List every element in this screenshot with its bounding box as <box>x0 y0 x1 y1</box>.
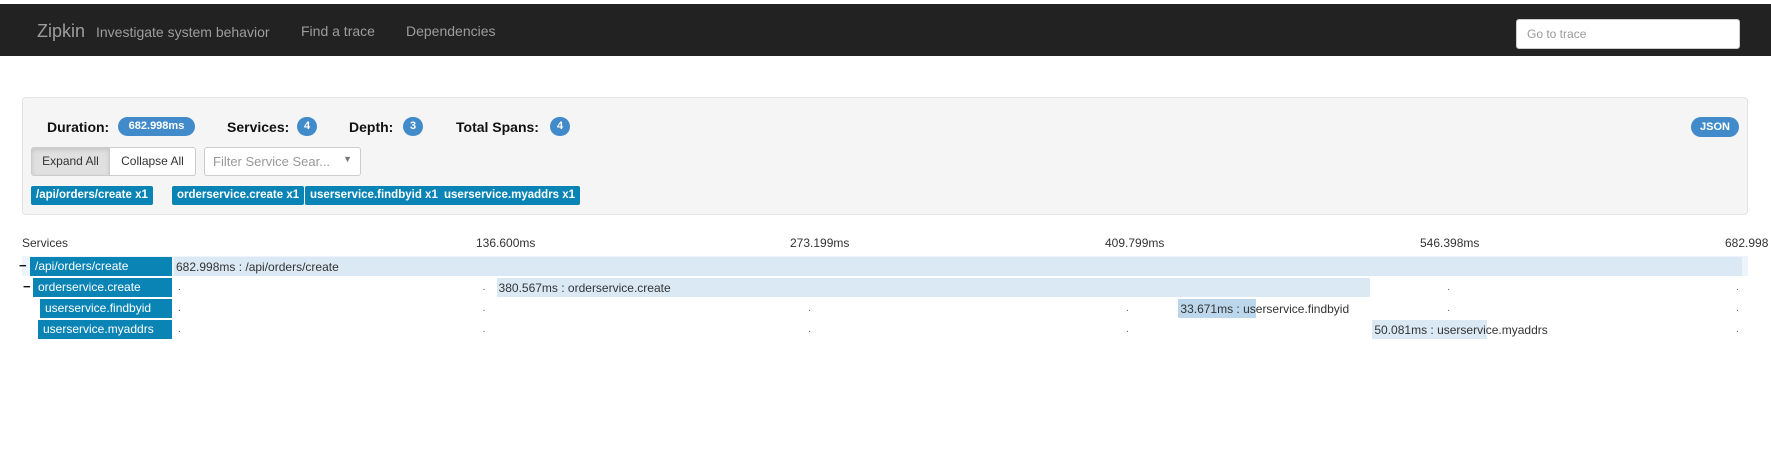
span-duration-label: 33.671ms : userservice.findbyid <box>1180 302 1350 316</box>
trace-summary-panel: Duration: 682.998ms Services: 4 Depth: 3… <box>22 97 1748 215</box>
service-filter-placeholder: Filter Service Sear... <box>213 154 331 169</box>
json-button[interactable]: JSON <box>1691 117 1739 137</box>
collapse-toggle-icon[interactable]: − <box>23 279 31 294</box>
service-tag-userservice-findbyid[interactable]: userservice.findbyid x1 <box>305 186 443 205</box>
tick-label: 273.199ms <box>790 236 850 250</box>
duration-label: Duration: <box>47 119 110 135</box>
tick-dot: . <box>482 282 486 293</box>
span-service-name[interactable]: /api/orders/create <box>30 257 172 276</box>
trace-timeline: Services 136.600ms 273.199ms 409.799ms 5… <box>0 232 1771 342</box>
tick-dot: . <box>1126 324 1129 335</box>
tick-dot: . <box>1736 282 1739 293</box>
span-duration-label: 682.998ms : /api/orders/create <box>176 260 339 274</box>
tick-label: 409.799ms <box>1105 236 1165 250</box>
services-label: Services: <box>227 119 290 135</box>
tick-label: 546.398ms <box>1420 236 1480 250</box>
span-service-name[interactable]: orderservice.create <box>33 278 172 297</box>
service-tag-orderservice-create[interactable]: orderservice.create x1 <box>172 186 305 205</box>
service-tag-userservice-myaddrs[interactable]: userservice.myaddrs x1 <box>439 186 581 205</box>
service-tag-api-orders-create[interactable]: /api/orders/create x1 <box>31 186 153 205</box>
span-row[interactable]: userservice.findbyid...... 33.671ms : use… <box>22 298 1748 318</box>
span-row[interactable]: userservice.myaddrs......50.081ms : user… <box>22 319 1748 339</box>
service-filter-select[interactable]: Filter Service Sear... ▼ <box>204 147 361 176</box>
tick-dot: . <box>178 282 181 293</box>
tick-dot: . <box>1736 303 1739 314</box>
tick-label: 136.600ms <box>476 236 536 250</box>
nav-dependencies[interactable]: Dependencies <box>406 23 496 39</box>
tick-dot: . <box>1447 303 1451 314</box>
tick-dot: . <box>808 303 811 314</box>
brand-logo[interactable]: Zipkin <box>37 21 85 42</box>
total-spans-badge: 4 <box>550 117 570 136</box>
tick-dot: . <box>808 324 811 335</box>
tick-dot: . <box>1736 324 1739 335</box>
span-duration-label: 380.567ms : orderservice.create <box>498 281 671 295</box>
span-row[interactable]: −/api/orders/create......682.998ms : /ap… <box>19 256 1748 276</box>
go-to-trace-input[interactable] <box>1516 19 1740 49</box>
expand-all-button[interactable]: Expand All <box>31 147 110 176</box>
tick-dot: . <box>178 303 181 314</box>
depth-badge: 3 <box>403 117 423 136</box>
services-badge: 4 <box>297 117 317 136</box>
collapse-toggle-icon[interactable]: − <box>19 258 27 273</box>
brand-tagline: Investigate system behavior <box>96 24 270 40</box>
nav-find-a-trace[interactable]: Find a trace <box>301 23 375 39</box>
span-service-name[interactable]: userservice.myaddrs <box>38 320 172 339</box>
top-navbar: Zipkin Investigate system behavior Find … <box>0 0 1771 56</box>
tick-dot: . <box>482 303 486 314</box>
span-duration-label: 50.081ms : userservice.myaddrs <box>1374 323 1548 337</box>
tick-dot: . <box>1126 303 1129 314</box>
span-duration-bar[interactable] <box>174 257 1742 276</box>
collapse-all-button[interactable]: Collapse All <box>110 147 196 176</box>
tick-dot: . <box>178 324 181 335</box>
tick-dot: . <box>1447 282 1451 293</box>
span-service-name[interactable]: userservice.findbyid <box>40 299 172 318</box>
span-row[interactable]: −orderservice.create......380.567ms : or… <box>22 277 1748 297</box>
duration-badge: 682.998ms <box>118 117 195 136</box>
tick-label: 682.998 <box>1725 236 1769 250</box>
tick-dot: . <box>482 324 486 335</box>
depth-label: Depth: <box>349 119 394 135</box>
chevron-down-icon: ▼ <box>343 154 352 164</box>
services-column-header: Services <box>22 236 69 250</box>
total-spans-label: Total Spans: <box>456 119 539 135</box>
